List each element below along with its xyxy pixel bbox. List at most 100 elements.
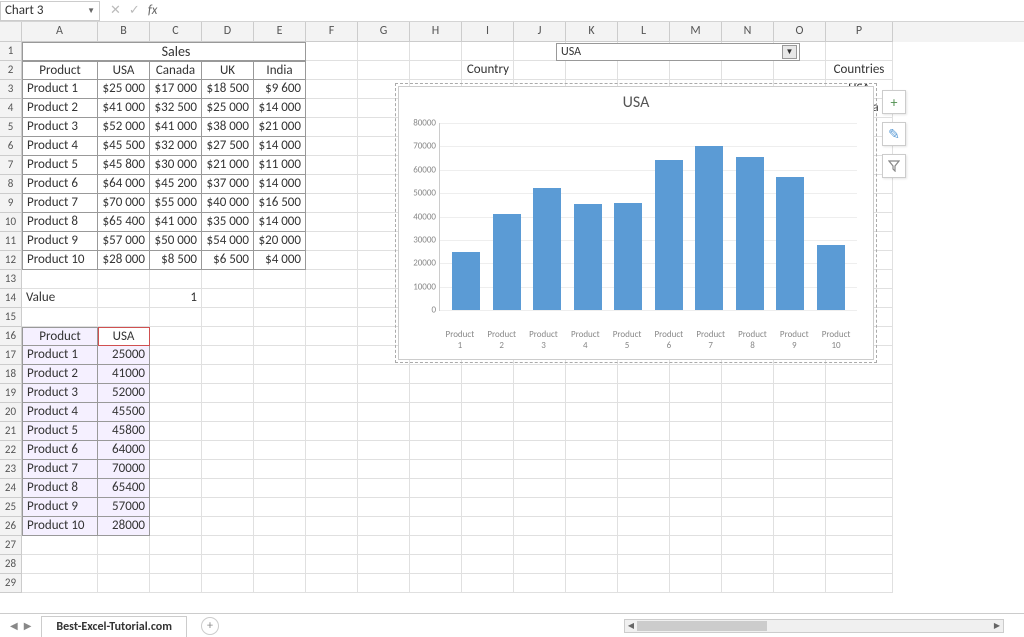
cell-K28[interactable] bbox=[566, 555, 618, 574]
cell-D2[interactable]: UK bbox=[202, 61, 254, 80]
cell-K2[interactable] bbox=[566, 61, 618, 80]
cell-A17[interactable]: Product 1 bbox=[22, 346, 98, 365]
cell-B12[interactable]: $28 000 bbox=[98, 251, 150, 270]
cell-B27[interactable] bbox=[98, 536, 150, 555]
cell-J29[interactable] bbox=[514, 574, 566, 593]
cell-I26[interactable] bbox=[462, 517, 514, 536]
cell-B1[interactable] bbox=[98, 42, 150, 61]
cell-E17[interactable] bbox=[254, 346, 306, 365]
cell-B23[interactable]: 70000 bbox=[98, 460, 150, 479]
cell-B4[interactable]: $41 000 bbox=[98, 99, 150, 118]
cell-F14[interactable] bbox=[306, 289, 358, 308]
cell-A21[interactable]: Product 5 bbox=[22, 422, 98, 441]
cell-D25[interactable] bbox=[202, 498, 254, 517]
cell-E26[interactable] bbox=[254, 517, 306, 536]
cell-P25[interactable] bbox=[826, 498, 893, 517]
cell-A23[interactable]: Product 7 bbox=[22, 460, 98, 479]
cell-G2[interactable] bbox=[358, 61, 410, 80]
cell-H2[interactable] bbox=[410, 61, 462, 80]
cell-E8[interactable]: $14 000 bbox=[254, 175, 306, 194]
cell-F3[interactable] bbox=[306, 80, 358, 99]
cell-B29[interactable] bbox=[98, 574, 150, 593]
cell-B25[interactable]: 57000 bbox=[98, 498, 150, 517]
cell-A6[interactable]: Product 4 bbox=[22, 137, 98, 156]
cell-E28[interactable] bbox=[254, 555, 306, 574]
cell-H27[interactable] bbox=[410, 536, 462, 555]
cell-C9[interactable]: $55 000 bbox=[150, 194, 202, 213]
cell-G21[interactable] bbox=[358, 422, 410, 441]
cell-C22[interactable] bbox=[150, 441, 202, 460]
cell-F23[interactable] bbox=[306, 460, 358, 479]
cell-B26[interactable]: 28000 bbox=[98, 517, 150, 536]
cell-L27[interactable] bbox=[618, 536, 670, 555]
cell-O18[interactable] bbox=[774, 365, 826, 384]
cell-N18[interactable] bbox=[722, 365, 774, 384]
cell-A24[interactable]: Product 8 bbox=[22, 479, 98, 498]
bar-7[interactable] bbox=[736, 157, 764, 310]
cell-D26[interactable] bbox=[202, 517, 254, 536]
col-header-K[interactable]: K bbox=[566, 22, 618, 42]
col-header-H[interactable]: H bbox=[410, 22, 462, 42]
cell-G24[interactable] bbox=[358, 479, 410, 498]
cell-M20[interactable] bbox=[670, 403, 722, 422]
cell-K25[interactable] bbox=[566, 498, 618, 517]
cell-I22[interactable] bbox=[462, 441, 514, 460]
cell-A10[interactable]: Product 8 bbox=[22, 213, 98, 232]
cell-P27[interactable] bbox=[826, 536, 893, 555]
col-header-F[interactable]: F bbox=[306, 22, 358, 42]
cell-G20[interactable] bbox=[358, 403, 410, 422]
cell-N21[interactable] bbox=[722, 422, 774, 441]
cell-M19[interactable] bbox=[670, 384, 722, 403]
cell-B14[interactable] bbox=[98, 289, 150, 308]
sheet-tab-active[interactable]: Best-Excel-Tutorial.com bbox=[41, 616, 187, 637]
cell-C4[interactable]: $32 500 bbox=[150, 99, 202, 118]
cell-A2[interactable]: Product bbox=[22, 61, 98, 80]
cell-J24[interactable] bbox=[514, 479, 566, 498]
cell-N22[interactable] bbox=[722, 441, 774, 460]
cell-K19[interactable] bbox=[566, 384, 618, 403]
row-header[interactable]: 17 bbox=[0, 346, 22, 365]
cell-E6[interactable]: $14 000 bbox=[254, 137, 306, 156]
cell-E21[interactable] bbox=[254, 422, 306, 441]
cell-E1[interactable] bbox=[254, 42, 306, 61]
cell-B15[interactable] bbox=[98, 308, 150, 327]
col-header-G[interactable]: G bbox=[358, 22, 410, 42]
cell-L25[interactable] bbox=[618, 498, 670, 517]
cell-M27[interactable] bbox=[670, 536, 722, 555]
cell-A4[interactable]: Product 2 bbox=[22, 99, 98, 118]
cell-I29[interactable] bbox=[462, 574, 514, 593]
cell-F17[interactable] bbox=[306, 346, 358, 365]
bar-0[interactable] bbox=[452, 252, 480, 310]
cell-H24[interactable] bbox=[410, 479, 462, 498]
cell-M26[interactable] bbox=[670, 517, 722, 536]
cell-C11[interactable]: $50 000 bbox=[150, 232, 202, 251]
cell-P24[interactable] bbox=[826, 479, 893, 498]
formula-input[interactable] bbox=[165, 1, 1024, 21]
cell-B18[interactable]: 41000 bbox=[98, 365, 150, 384]
row-header[interactable]: 13 bbox=[0, 270, 22, 289]
cell-C27[interactable] bbox=[150, 536, 202, 555]
cell-A14[interactable]: Value bbox=[22, 289, 98, 308]
cell-O20[interactable] bbox=[774, 403, 826, 422]
cell-I27[interactable] bbox=[462, 536, 514, 555]
row-header[interactable]: 26 bbox=[0, 517, 22, 536]
cell-H28[interactable] bbox=[410, 555, 462, 574]
cell-E24[interactable] bbox=[254, 479, 306, 498]
cell-E12[interactable]: $4 000 bbox=[254, 251, 306, 270]
cell-I23[interactable] bbox=[462, 460, 514, 479]
cell-O24[interactable] bbox=[774, 479, 826, 498]
cell-M18[interactable] bbox=[670, 365, 722, 384]
cell-A25[interactable]: Product 9 bbox=[22, 498, 98, 517]
row-header[interactable]: 10 bbox=[0, 213, 22, 232]
cell-D27[interactable] bbox=[202, 536, 254, 555]
cell-E4[interactable]: $14 000 bbox=[254, 99, 306, 118]
row-header[interactable]: 8 bbox=[0, 175, 22, 194]
cell-M24[interactable] bbox=[670, 479, 722, 498]
cell-B16[interactable]: USA bbox=[98, 327, 150, 346]
cell-D6[interactable]: $27 500 bbox=[202, 137, 254, 156]
horizontal-scrollbar[interactable]: ◀ ▶ bbox=[624, 619, 1004, 633]
cell-J27[interactable] bbox=[514, 536, 566, 555]
cell-P19[interactable] bbox=[826, 384, 893, 403]
cell-F6[interactable] bbox=[306, 137, 358, 156]
cell-N25[interactable] bbox=[722, 498, 774, 517]
